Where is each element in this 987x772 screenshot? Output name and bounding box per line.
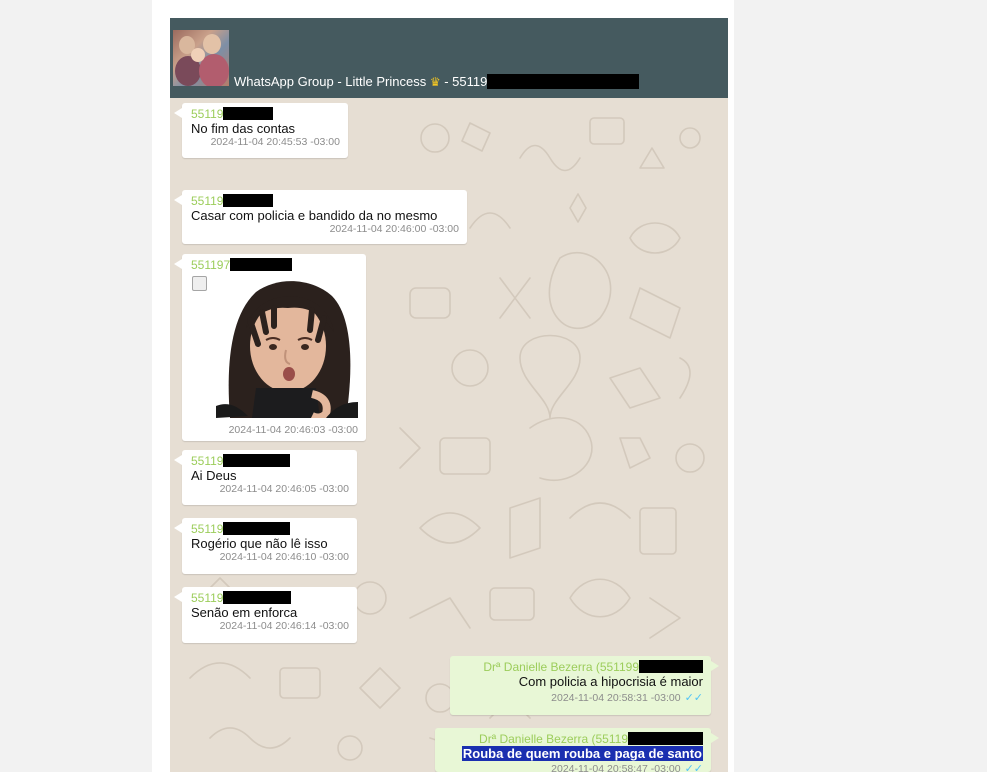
message-bubble-outgoing[interactable]: Drª Danielle Bezerra (55119 Rouba de que… — [435, 728, 719, 772]
redaction-bar — [230, 258, 293, 272]
selected-text[interactable]: Rouba de quem rouba e paga de santo — [461, 746, 703, 761]
redaction-bar — [223, 522, 291, 536]
message-bubble[interactable]: 55119 Casar com policia e bandido da no … — [174, 190, 467, 244]
sticker-illustration — [216, 276, 358, 418]
group-name: WhatsApp Group - Little Princess — [234, 74, 427, 89]
chat-header: WhatsApp Group - Little Princess ♛ - 551… — [170, 18, 728, 98]
message-timestamp: 2024-11-04 20:45:53 -03:00 — [210, 136, 340, 148]
message-timestamp: 2024-11-04 20:46:14 -03:00 — [219, 620, 349, 632]
message-sender: 55119 — [191, 107, 340, 121]
message-bubble-outgoing[interactable]: Drª Danielle Bezerra (551199 Com policia… — [450, 656, 719, 715]
group-number: - 55119 — [444, 74, 488, 89]
message-timestamp: 2024-11-04 20:46:00 -03:00 — [329, 223, 459, 235]
read-ticks-icon: ✓✓ — [684, 692, 703, 704]
redaction-bar — [223, 454, 291, 468]
redaction-bar — [223, 107, 274, 121]
message-bubble[interactable]: 55119 Senão em enforca 2024-11-04 20:46:… — [174, 587, 357, 643]
chat-window: WhatsApp Group - Little Princess ♛ - 551… — [170, 18, 728, 772]
redaction-bar — [223, 591, 292, 605]
read-ticks-icon: ✓✓ — [684, 763, 703, 772]
message-text: Rouba de quem rouba e paga de santo — [444, 746, 703, 761]
message-bubble[interactable]: 551197 2024-11-04 20:46:03 -03:00 — [174, 254, 366, 441]
message-text: Senão em enforca — [191, 605, 298, 620]
group-avatar[interactable] — [173, 30, 229, 86]
message-timestamp: 2024-11-04 20:46:03 -03:00 — [228, 424, 358, 436]
message-text: Com policia a hipocrisia é maior — [518, 674, 703, 689]
crown-icon: ♛ — [429, 75, 441, 89]
message-timestamp: 2024-11-04 20:58:31 -03:00 ✓✓ — [551, 692, 703, 704]
message-bubble[interactable]: 55119 Ai Deus 2024-11-04 20:46:05 -03:00 — [174, 450, 357, 505]
message-sender: 55119 — [191, 194, 459, 208]
message-sender: 55119 — [191, 591, 349, 605]
message-sender: 551197 — [191, 258, 358, 272]
redaction-bar — [223, 194, 274, 208]
message-text: Casar com policia e bandido da no mesmo — [191, 208, 438, 223]
message-sender: 55119 — [191, 454, 349, 468]
redaction-bar — [487, 73, 640, 89]
message-sender: Drª Danielle Bezerra (551199 — [459, 660, 703, 674]
sticker-image[interactable] — [216, 276, 358, 418]
chat-title: WhatsApp Group - Little Princess ♛ - 551… — [234, 73, 640, 89]
message-text: Ai Deus — [191, 468, 237, 483]
message-bubble[interactable]: 55119 Rogério que não lê isso 2024-11-04… — [174, 518, 357, 574]
message-text: No fim das contas — [191, 121, 296, 136]
chat-wallpaper: 55119 No fim das contas 2024-11-04 20:45… — [170, 98, 728, 772]
sticker-checkbox[interactable] — [192, 276, 207, 291]
message-timestamp: 2024-11-04 20:58:47 -03:00 ✓✓ — [444, 763, 703, 772]
message-text: Rogério que não lê isso — [191, 536, 328, 551]
message-sender: Drª Danielle Bezerra (55119 — [444, 732, 703, 746]
redaction-bar — [628, 732, 703, 746]
message-timestamp: 2024-11-04 20:46:10 -03:00 — [219, 551, 349, 563]
message-sender: 55119 — [191, 522, 349, 536]
message-timestamp: 2024-11-04 20:46:05 -03:00 — [219, 483, 349, 495]
message-bubble[interactable]: 55119 No fim das contas 2024-11-04 20:45… — [174, 103, 348, 158]
redaction-bar — [639, 660, 703, 674]
